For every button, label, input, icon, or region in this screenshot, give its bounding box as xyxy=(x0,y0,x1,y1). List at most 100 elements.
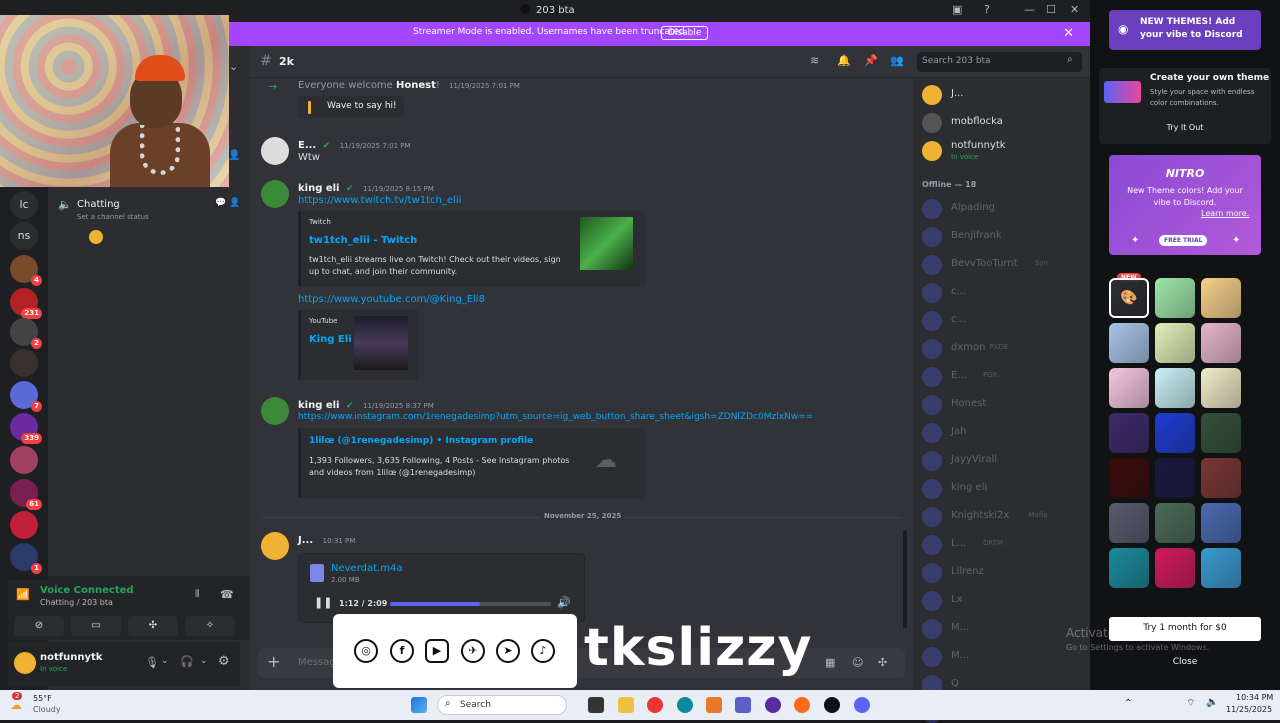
add-attachment-icon[interactable]: + xyxy=(267,652,280,671)
member-item[interactable]: king eli xyxy=(922,478,1082,499)
member-item[interactable]: Knightski2x Mafia xyxy=(922,506,1082,527)
member-item[interactable]: Benjifrank xyxy=(922,226,1082,247)
chevron-up-icon[interactable]: ⌃ xyxy=(1124,698,1132,709)
avatar[interactable] xyxy=(261,397,289,425)
theme-swatch[interactable] xyxy=(1155,548,1195,588)
embed-title[interactable]: tw1tch_elii - Twitch xyxy=(309,235,417,246)
theme-swatch[interactable] xyxy=(1109,413,1149,453)
file-explorer-icon[interactable] xyxy=(618,697,634,713)
bell-icon[interactable]: 🔔 xyxy=(837,54,851,67)
author-name[interactable]: king eli xyxy=(298,400,339,411)
theme-swatch[interactable] xyxy=(1109,548,1149,588)
volume-icon[interactable]: 🔈 xyxy=(1206,697,1218,708)
member-item[interactable]: M... xyxy=(922,618,1082,639)
soundboard-button[interactable]: ✧ xyxy=(185,616,235,636)
avatar[interactable] xyxy=(261,180,289,208)
message-link[interactable]: https://www.youtube.com/@King_Eli8 xyxy=(298,294,485,305)
voice-user-avatar[interactable] xyxy=(89,230,103,244)
server-icon[interactable]: 4 xyxy=(10,255,42,286)
member-item[interactable]: J... xyxy=(922,84,1082,105)
voice-channel-chatting[interactable]: 🔈 Chatting 💬 👤 xyxy=(56,196,244,214)
member-item[interactable]: c... xyxy=(922,310,1082,331)
minimize-button[interactable]: — xyxy=(1024,3,1035,16)
signal-icon[interactable]: 📶 xyxy=(16,588,30,601)
close-window-button[interactable]: ✕ xyxy=(1070,3,1079,16)
help-icon[interactable]: ? xyxy=(984,3,990,16)
theme-swatch[interactable] xyxy=(1201,323,1241,363)
edge-icon[interactable] xyxy=(677,697,693,713)
message-link[interactable]: https://www.instagram.com/1renegadesimp?… xyxy=(298,412,813,422)
server-icon[interactable]: 231 xyxy=(10,288,42,319)
member-item[interactable]: Lx xyxy=(922,590,1082,611)
member-item[interactable]: L... DRTM xyxy=(922,534,1082,555)
chevron-down-icon[interactable]: ⌄ xyxy=(161,656,169,666)
close-icon[interactable]: ✕ xyxy=(1063,26,1074,41)
teams-icon[interactable] xyxy=(735,697,751,713)
message-link[interactable]: https://www.twitch.tv/tw1tch_elii xyxy=(298,195,461,206)
member-item[interactable]: dxmon PXDE xyxy=(922,338,1082,359)
themes-promo-banner[interactable]: ◉ NEW THEMES! Add your vibe to Discord xyxy=(1109,10,1261,50)
member-item[interactable]: Lilrenz xyxy=(922,562,1082,583)
task-view-icon[interactable] xyxy=(588,697,604,713)
embed-title[interactable]: King Eli xyxy=(309,334,352,345)
author-name[interactable]: E... xyxy=(298,140,316,151)
members-icon[interactable]: 👥 xyxy=(890,54,904,67)
apps-icon[interactable]: ✣ xyxy=(878,656,887,669)
server-icon[interactable] xyxy=(10,511,38,539)
taskbar-search[interactable]: ⌕ Search xyxy=(437,695,567,715)
chevron-down-icon[interactable]: ⌄ xyxy=(200,656,208,666)
pin-icon[interactable]: 📌 xyxy=(864,54,878,67)
screen-share-button[interactable]: ▭ xyxy=(71,616,121,636)
chevron-down-icon[interactable]: ⌄ xyxy=(229,60,238,73)
weather-temp[interactable]: 55°F xyxy=(33,694,52,703)
search-input[interactable]: Search 203 bta ⌕ xyxy=(917,52,1082,72)
chat-scrollbar[interactable] xyxy=(903,530,907,628)
member-item[interactable]: Alpading xyxy=(922,198,1082,219)
embed-title[interactable]: 1lilœ (@1renegadesimp) • Instagram profi… xyxy=(309,436,533,446)
theme-swatch[interactable] xyxy=(1201,278,1241,318)
server-icon[interactable] xyxy=(10,446,38,474)
invite-icon[interactable]: 👤 xyxy=(229,198,240,208)
windows-start-icon[interactable] xyxy=(411,697,427,713)
audio-progress-track[interactable] xyxy=(390,602,551,606)
chat-icon[interactable]: 💬 xyxy=(215,198,226,208)
wave-button[interactable]: Wave to say hi! xyxy=(298,96,404,118)
clock-date[interactable]: 11/25/2025 xyxy=(1226,705,1272,714)
welcome-name[interactable]: Honest xyxy=(396,80,436,91)
inbox-icon[interactable]: ▣ xyxy=(952,3,962,16)
server-icon[interactable]: 61 xyxy=(10,479,42,510)
file-name[interactable]: Neverdat.m4a xyxy=(331,563,402,574)
app-icon[interactable] xyxy=(706,697,722,713)
theme-swatch[interactable] xyxy=(1155,323,1195,363)
disconnect-icon[interactable]: ☎ xyxy=(220,588,234,601)
theme-swatch[interactable] xyxy=(1109,503,1149,543)
voice-location[interactable]: Chatting / 203 bta xyxy=(40,598,113,607)
avatar[interactable] xyxy=(261,532,289,560)
theme-swatch[interactable] xyxy=(1109,368,1149,408)
avatar[interactable] xyxy=(261,137,289,165)
theme-swatch[interactable] xyxy=(1201,458,1241,498)
clock-time[interactable]: 10:34 PM xyxy=(1236,693,1273,702)
microphone-icon[interactable]: 🎙 xyxy=(145,656,159,669)
theme-swatch[interactable]: 🎨 xyxy=(1109,278,1149,318)
youtube-thumbnail[interactable] xyxy=(354,316,408,370)
pause-icon[interactable]: ❚❚ xyxy=(314,596,332,609)
server-icon[interactable]: 339 xyxy=(10,413,42,444)
server-icon[interactable]: lc xyxy=(10,191,38,219)
noise-icon[interactable]: ⦀ xyxy=(195,589,199,600)
theme-swatch[interactable] xyxy=(1201,548,1241,588)
learn-more-link[interactable]: Learn more. xyxy=(1201,209,1249,218)
weather-icon[interactable]: ☁ xyxy=(10,698,22,712)
maximize-button[interactable]: ☐ xyxy=(1046,3,1056,16)
member-item[interactable]: Honest xyxy=(922,394,1082,415)
camera-off-button[interactable]: ⊘ xyxy=(14,616,64,636)
chrome-icon[interactable] xyxy=(647,697,663,713)
theme-swatch[interactable] xyxy=(1155,368,1195,408)
member-item[interactable]: notfunnytk In voice xyxy=(922,140,1082,166)
server-icon[interactable]: 2 xyxy=(10,318,42,349)
member-item[interactable]: mobflocka xyxy=(922,112,1082,133)
disable-button[interactable]: Disable xyxy=(661,26,709,40)
channel-status-placeholder[interactable]: Set a channel status xyxy=(77,213,149,221)
server-icon[interactable]: ns xyxy=(10,222,38,250)
theme-swatch[interactable] xyxy=(1201,368,1241,408)
